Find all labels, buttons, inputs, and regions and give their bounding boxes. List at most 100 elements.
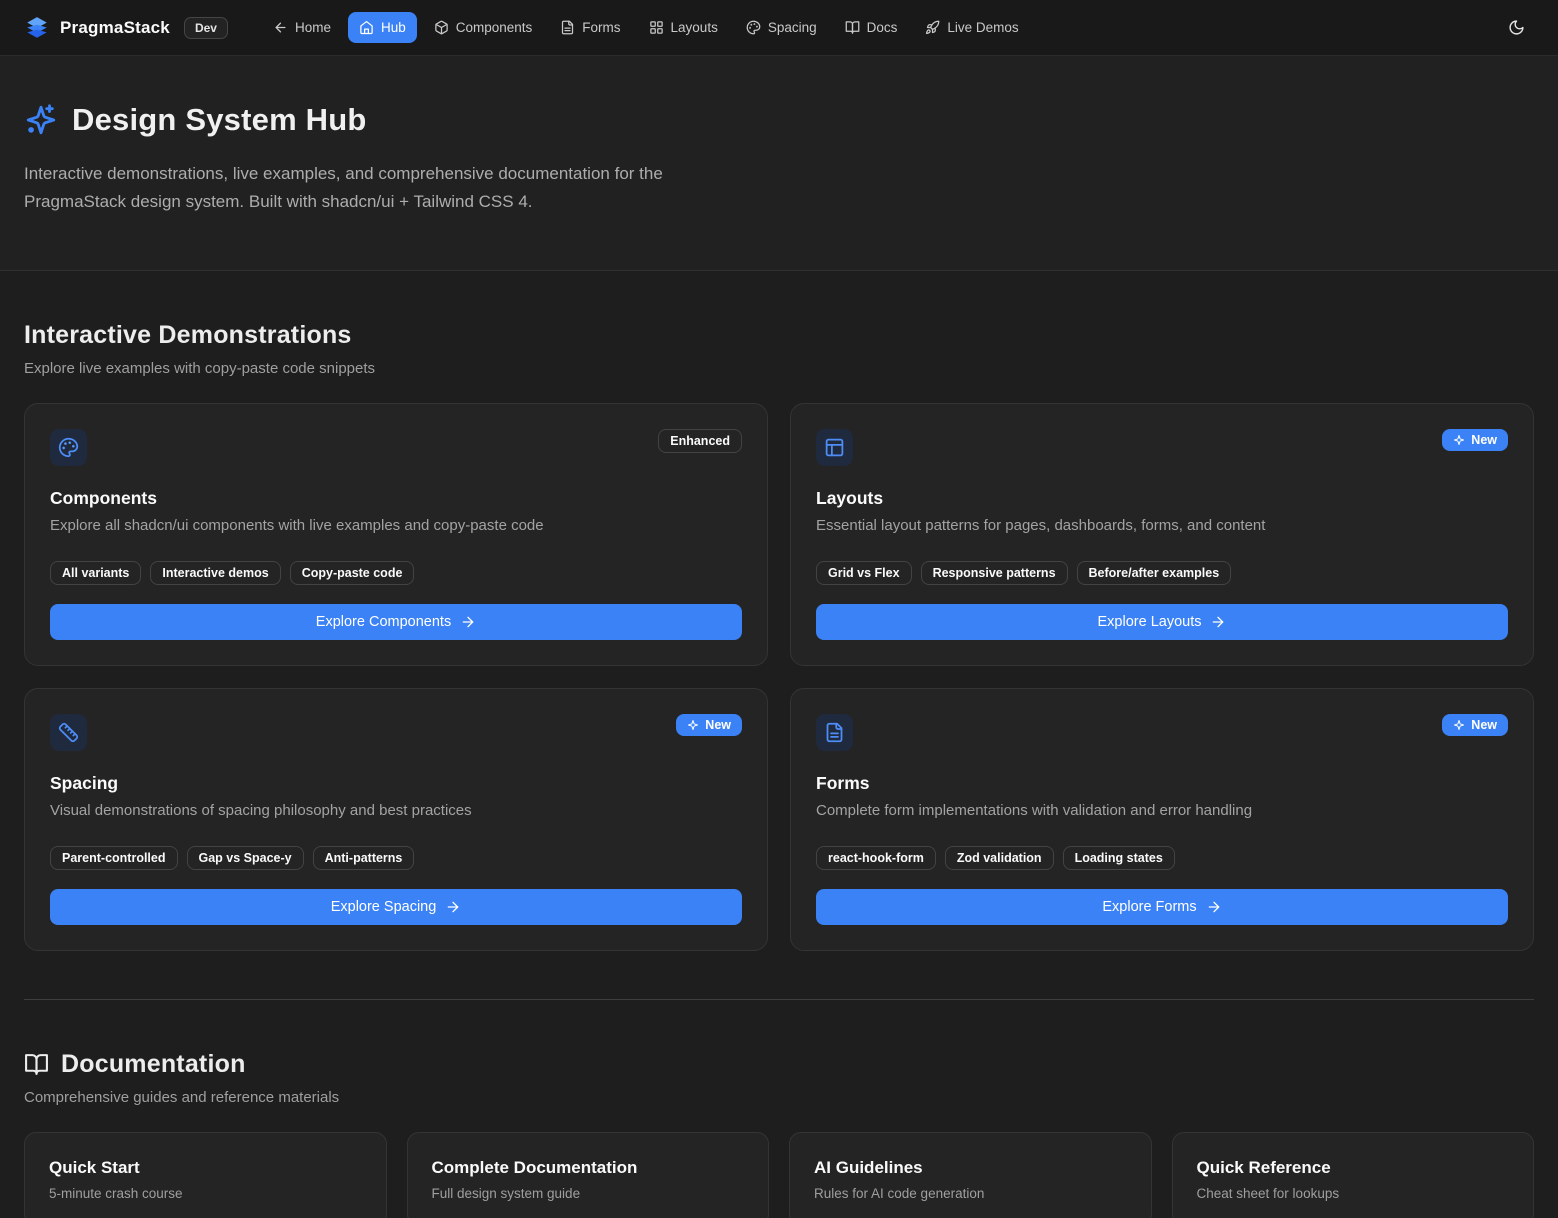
doc-card-grid: Quick Start 5-minute crash course Comple… <box>24 1132 1534 1218</box>
card-title: Layouts <box>816 488 1508 509</box>
feature-tag: Parent-controlled <box>50 846 178 870</box>
section-divider <box>24 999 1534 1000</box>
palette-icon <box>746 20 761 35</box>
theme-toggle-button[interactable] <box>1498 10 1534 46</box>
demos-section: Interactive Demonstrations Explore live … <box>0 321 1558 951</box>
card-description: Essential layout patterns for pages, das… <box>816 517 1508 534</box>
home-icon <box>359 20 374 35</box>
explore-components-button[interactable]: Explore Components <box>50 604 742 640</box>
docs-subheading: Comprehensive guides and reference mater… <box>24 1089 1534 1106</box>
page-title: Design System Hub <box>72 102 367 138</box>
palette-icon <box>50 429 87 466</box>
feature-tag: All variants <box>50 561 141 585</box>
badge-label: New <box>1471 718 1497 732</box>
card-title: Spacing <box>50 773 742 794</box>
main-nav: Home Hub Components Forms Layouts <box>262 12 1030 43</box>
feature-tag: react-hook-form <box>816 846 936 870</box>
sparkles-icon <box>1453 719 1465 731</box>
doc-card-complete-documentation[interactable]: Complete Documentation Full design syste… <box>407 1132 770 1218</box>
card-description: 5-minute crash course <box>49 1186 362 1201</box>
nav-label: Components <box>456 20 533 35</box>
card-description: Full design system guide <box>432 1186 745 1201</box>
card-description: Cheat sheet for lookups <box>1197 1186 1510 1201</box>
explore-forms-button[interactable]: Explore Forms <box>816 889 1508 925</box>
card-title: Quick Start <box>49 1158 362 1178</box>
nav-item-hub[interactable]: Hub <box>348 12 417 43</box>
card-title: AI Guidelines <box>814 1158 1127 1178</box>
nav-item-components[interactable]: Components <box>423 12 544 43</box>
file-text-icon <box>816 714 853 751</box>
nav-item-forms[interactable]: Forms <box>549 12 631 43</box>
demo-card-spacing: New Spacing Visual demonstrations of spa… <box>24 688 768 951</box>
nav-label: Spacing <box>768 20 817 35</box>
demos-heading: Interactive Demonstrations <box>24 321 352 350</box>
new-badge: New <box>1442 429 1508 451</box>
docs-heading: Documentation <box>61 1050 246 1079</box>
nav-item-layouts[interactable]: Layouts <box>638 12 729 43</box>
new-badge: New <box>1442 714 1508 736</box>
page-subtitle: Interactive demonstrations, live example… <box>24 160 769 216</box>
layout-grid-icon <box>649 20 664 35</box>
top-navbar: PragmaStack Dev Home Hub Components Fo <box>0 0 1558 56</box>
feature-tag: Interactive demos <box>150 561 280 585</box>
nav-label: Docs <box>867 20 898 35</box>
docs-section: Documentation Comprehensive guides and r… <box>0 1050 1558 1218</box>
feature-tag: Responsive patterns <box>921 561 1068 585</box>
brand-name: PragmaStack <box>60 18 170 38</box>
nav-label: Home <box>295 20 331 35</box>
arrow-left-icon <box>273 20 288 35</box>
nav-label: Hub <box>381 20 406 35</box>
doc-card-ai-guidelines[interactable]: AI Guidelines Rules for AI code generati… <box>789 1132 1152 1218</box>
new-badge: New <box>676 714 742 736</box>
demo-card-layouts: New Layouts Essential layout patterns fo… <box>790 403 1534 666</box>
nav-item-live-demos[interactable]: Live Demos <box>914 12 1029 43</box>
badge-label: New <box>1471 433 1497 447</box>
nav-label: Live Demos <box>947 20 1018 35</box>
arrow-right-icon <box>460 614 476 630</box>
arrow-right-icon <box>445 899 461 915</box>
arrow-right-icon <box>1210 614 1226 630</box>
moon-icon <box>1508 19 1525 36</box>
nav-label: Layouts <box>671 20 718 35</box>
card-title: Quick Reference <box>1197 1158 1510 1178</box>
feature-tag: Zod validation <box>945 846 1054 870</box>
doc-card-quick-reference[interactable]: Quick Reference Cheat sheet for lookups <box>1172 1132 1535 1218</box>
feature-tag: Copy-paste code <box>290 561 415 585</box>
doc-card-quick-start[interactable]: Quick Start 5-minute crash course <box>24 1132 387 1218</box>
feature-tag: Before/after examples <box>1077 561 1232 585</box>
feature-tag: Loading states <box>1063 846 1175 870</box>
card-title: Components <box>50 488 742 509</box>
sparkles-icon <box>24 103 58 137</box>
explore-layouts-button[interactable]: Explore Layouts <box>816 604 1508 640</box>
box-icon <box>434 20 449 35</box>
brand[interactable]: PragmaStack Dev <box>24 15 228 41</box>
feature-tag: Gap vs Space-y <box>187 846 304 870</box>
nav-label: Forms <box>582 20 620 35</box>
feature-tag: Grid vs Flex <box>816 561 912 585</box>
sparkles-icon <box>687 719 699 731</box>
nav-item-spacing[interactable]: Spacing <box>735 12 828 43</box>
layers-icon <box>24 15 50 41</box>
card-description: Rules for AI code generation <box>814 1186 1127 1201</box>
demo-card-forms: New Forms Complete form implementations … <box>790 688 1534 951</box>
book-open-icon <box>845 20 860 35</box>
file-text-icon <box>560 20 575 35</box>
button-label: Explore Layouts <box>1098 614 1202 630</box>
card-description: Complete form implementations with valid… <box>816 802 1508 819</box>
badge-label: New <box>705 718 731 732</box>
sparkles-icon <box>1453 434 1465 446</box>
nav-item-home[interactable]: Home <box>262 12 342 43</box>
button-label: Explore Spacing <box>331 899 437 915</box>
hero-section: Design System Hub Interactive demonstrat… <box>0 56 1558 271</box>
env-badge: Dev <box>184 17 228 39</box>
demo-card-components: Enhanced Components Explore all shadcn/u… <box>24 403 768 666</box>
button-label: Explore Components <box>316 614 451 630</box>
nav-item-docs[interactable]: Docs <box>834 12 909 43</box>
card-description: Visual demonstrations of spacing philoso… <box>50 802 742 819</box>
arrow-right-icon <box>1206 899 1222 915</box>
explore-spacing-button[interactable]: Explore Spacing <box>50 889 742 925</box>
card-title: Forms <box>816 773 1508 794</box>
status-badge: Enhanced <box>658 429 742 453</box>
demos-subheading: Explore live examples with copy-paste co… <box>24 360 1534 377</box>
button-label: Explore Forms <box>1102 899 1196 915</box>
